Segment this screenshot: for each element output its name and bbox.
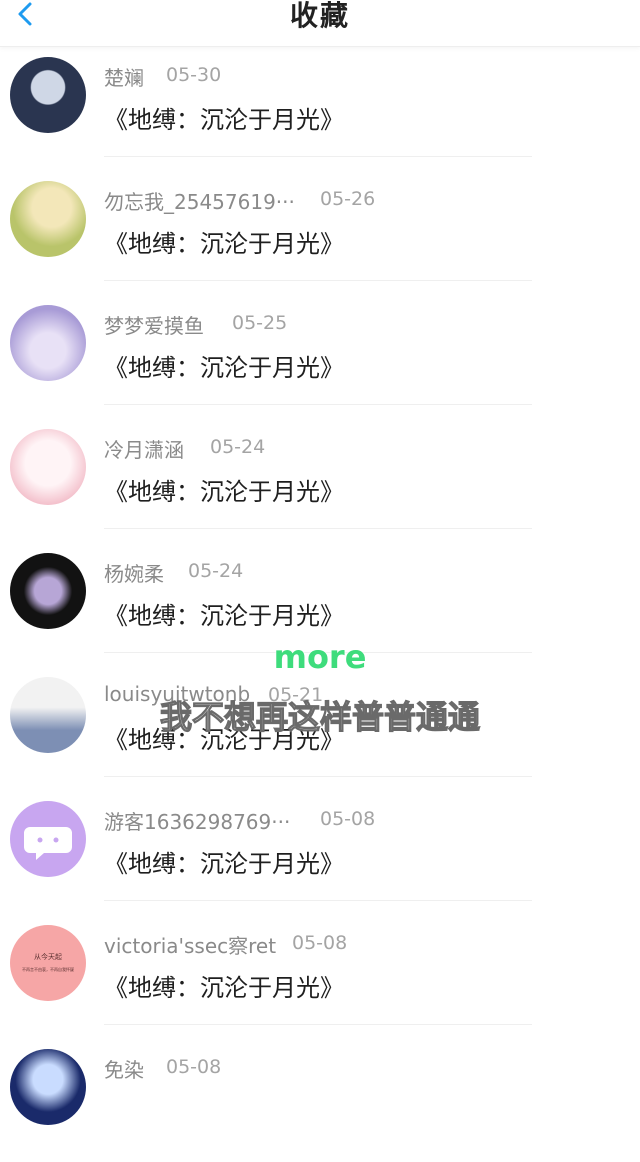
username[interactable]: 杨婉柔	[104, 558, 164, 587]
book-title[interactable]: 《地缚：沉沦于月光》	[104, 596, 344, 631]
list-item[interactable]: 楚斓 05-30 《地缚：沉沦于月光》	[0, 46, 640, 170]
divider	[104, 900, 532, 901]
book-title[interactable]: 《地缚：沉沦于月光》	[104, 472, 344, 507]
list-item[interactable]: 勿忘我_25457619··· 05-26 《地缚：沉沦于月光》	[0, 170, 640, 294]
divider	[104, 280, 532, 281]
avatar-text: 不再言不由衷，不再自我怀疑	[22, 967, 74, 972]
book-title[interactable]: 《地缚：沉沦于月光》	[104, 100, 344, 135]
divider	[104, 528, 532, 529]
top-bar: 收藏	[0, 0, 640, 47]
username[interactable]: victoria'ssec察ret	[104, 930, 276, 959]
date: 05-26	[320, 188, 376, 210]
book-title[interactable]: 《地缚：沉沦于月光》	[104, 224, 344, 259]
chat-bubble-icon	[24, 827, 72, 860]
book-title[interactable]: 《地缚：沉沦于月光》	[104, 348, 344, 383]
avatar[interactable]	[10, 801, 86, 877]
avatar[interactable]	[10, 305, 86, 381]
avatar[interactable]	[10, 1049, 86, 1125]
list-item[interactable]: 冷月潇涵 05-24 《地缚：沉沦于月光》	[0, 418, 640, 542]
username[interactable]: 游客1636298769···	[104, 806, 290, 835]
username[interactable]: 冷月潇涵	[104, 434, 184, 463]
book-title[interactable]: 《地缚：沉沦于月光》	[104, 844, 344, 879]
page-title: 收藏	[289, 0, 350, 32]
divider	[104, 1024, 532, 1025]
date: 05-24	[188, 560, 244, 582]
date: 05-25	[232, 312, 288, 334]
date: 05-08	[166, 1056, 222, 1078]
divider	[104, 404, 532, 405]
username[interactable]: 梦梦爱摸鱼	[104, 310, 204, 339]
divider	[104, 156, 532, 157]
date: 05-08	[320, 808, 376, 830]
date: 05-08	[292, 932, 348, 954]
list-item[interactable]: 免染 05-08	[0, 1038, 640, 1162]
list-item[interactable]: 游客1636298769··· 05-08 《地缚：沉沦于月光》	[0, 790, 640, 914]
subtitle-overlay-text: 我不想再这样普普通通	[159, 697, 480, 736]
username[interactable]: 免染	[104, 1054, 144, 1083]
avatar[interactable]	[10, 57, 86, 133]
list-item[interactable]: 从今天起 不再言不由衷，不再自我怀疑 victoria'ssec察ret 05-…	[0, 914, 640, 1038]
favorites-list: 楚斓 05-30 《地缚：沉沦于月光》 勿忘我_25457619··· 05-2…	[0, 46, 640, 1162]
username[interactable]: 楚斓	[104, 62, 144, 91]
date: 05-24	[210, 436, 266, 458]
list-item[interactable]: 梦梦爱摸鱼 05-25 《地缚：沉沦于月光》	[0, 294, 640, 418]
avatar[interactable]	[10, 181, 86, 257]
avatar-text: 从今天起	[34, 953, 62, 961]
avatar[interactable]	[10, 429, 86, 505]
more-overlay-text: more	[273, 638, 367, 676]
avatar[interactable]	[10, 553, 86, 629]
date: 05-30	[166, 64, 222, 86]
avatar[interactable]: 从今天起 不再言不由衷，不再自我怀疑	[10, 925, 86, 1001]
username[interactable]: 勿忘我_25457619···	[104, 186, 295, 215]
book-title[interactable]: 《地缚：沉沦于月光》	[104, 968, 344, 1003]
divider	[104, 776, 532, 777]
